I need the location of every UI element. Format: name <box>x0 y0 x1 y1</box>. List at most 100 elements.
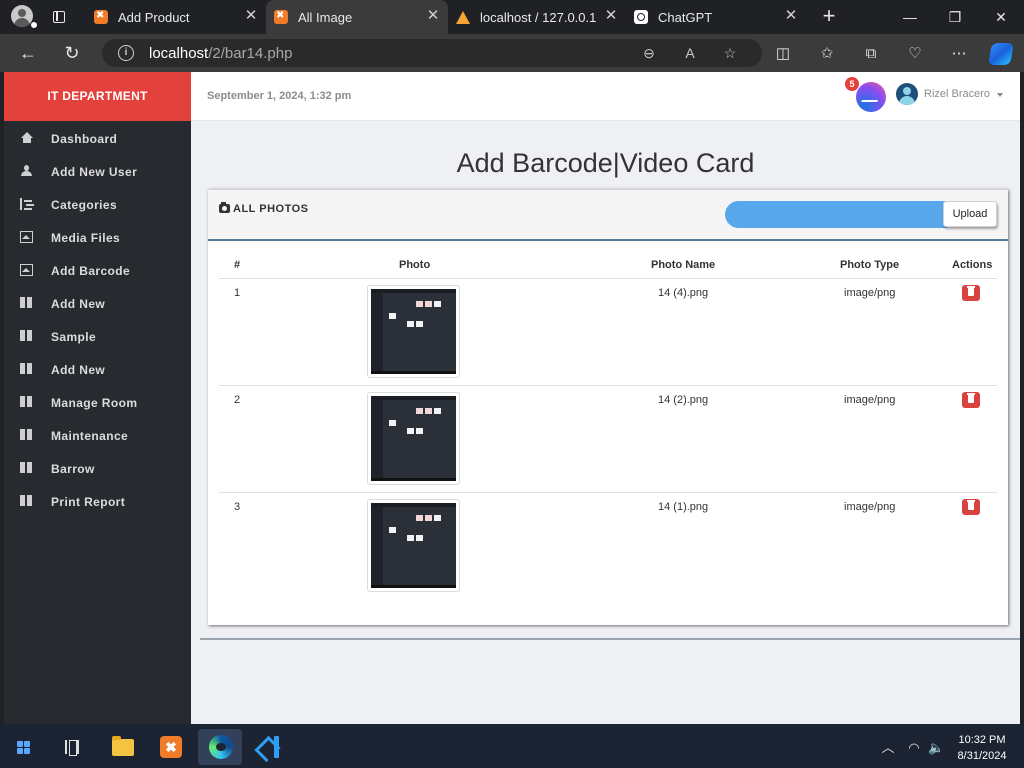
close-tab-icon[interactable]: ✕ <box>784 8 798 24</box>
vscode-icon <box>259 736 281 758</box>
photo-thumbnail[interactable] <box>367 499 460 592</box>
wifi-icon[interactable]: ◠ <box>906 740 922 756</box>
tab-chatgpt[interactable]: ChatGPT ✕ <box>626 0 806 34</box>
sidebar-item-manage-room[interactable]: Manage Room <box>4 385 191 418</box>
info-icon[interactable]: i <box>118 45 134 61</box>
sidebar-item-label: Print Report <box>51 495 126 509</box>
upload-button[interactable]: Upload <box>943 201 997 227</box>
sidebar-item-media-files[interactable]: Media Files <box>4 220 191 253</box>
column-header-actions: Actions <box>952 259 993 271</box>
more-menu-icon[interactable]: ⋯ <box>949 44 969 64</box>
sidebar-item-add-new-user[interactable]: Add New User <box>4 154 191 187</box>
table-row: 2 14 (2).png image/png <box>219 386 997 493</box>
sidebar-item-label: Add New User <box>51 165 138 179</box>
sidebar-item-label: Categories <box>51 198 118 212</box>
photo-name: 14 (2).png <box>658 394 709 406</box>
table-header: # Photo Photo Name Photo Type Actions <box>219 251 997 279</box>
book-icon <box>20 396 33 408</box>
sidebar-item-label: Dashboard <box>51 132 118 146</box>
split-screen-icon[interactable]: ◫ <box>773 44 793 64</box>
photo-type: image/png <box>844 394 896 406</box>
photo-thumbnail[interactable] <box>367 285 460 378</box>
book-icon <box>20 330 33 342</box>
tab-add-product[interactable]: Add Product ✕ <box>86 0 266 34</box>
tab-title: Add Product <box>118 10 190 25</box>
clock-time: 10:32 PM <box>958 734 1006 746</box>
close-tab-icon[interactable]: ✕ <box>604 8 618 24</box>
copilot-icon[interactable] <box>988 43 1014 65</box>
edge-icon <box>209 735 233 759</box>
edge-button[interactable] <box>198 729 242 765</box>
messenger-icon[interactable] <box>856 82 886 112</box>
task-view-icon[interactable] <box>65 740 79 756</box>
photos-panel: ALL PHOTOS Upload # Photo Photo Name Pho… <box>208 189 1008 625</box>
browser-essentials-icon[interactable]: ♡ <box>905 44 925 64</box>
vscode-button[interactable] <box>247 729 291 765</box>
profile-button[interactable] <box>8 4 40 30</box>
sidebar-item-dashboard[interactable]: Dashboard <box>4 121 191 154</box>
volume-icon[interactable]: 🔈 <box>928 740 944 756</box>
close-window-icon[interactable]: ✕ <box>986 5 1016 29</box>
user-name: Rizel Bracero <box>924 88 991 100</box>
read-aloud-icon[interactable]: A <box>681 44 699 62</box>
file-explorer-button[interactable] <box>100 729 144 765</box>
sidebar-item-label: Manage Room <box>51 396 138 410</box>
tab-phpmyadmin[interactable]: localhost / 127.0.0.1 / i ✕ <box>448 0 626 34</box>
start-icon[interactable] <box>17 741 31 755</box>
tab-title: ChatGPT <box>658 10 713 25</box>
new-tab-icon[interactable]: + <box>818 5 840 28</box>
image-icon <box>20 231 33 243</box>
sidebar-item-label: Media Files <box>51 231 121 245</box>
tab-all-image[interactable]: All Image ✕ <box>266 0 448 34</box>
web-page: IT DEPARTMENT Dashboard Add New User Cat… <box>4 72 1020 724</box>
profile-status-dot <box>30 21 38 29</box>
delete-button[interactable] <box>962 499 980 515</box>
sidebar-item-add-barcode[interactable]: Add Barcode <box>4 253 191 286</box>
url-text: localhost/2/bar14.php <box>149 45 292 62</box>
sidebar-item-label: Add New <box>51 363 106 377</box>
refresh-icon[interactable]: ↻ <box>61 42 83 64</box>
collections-icon[interactable]: ⧉ <box>861 44 881 64</box>
url-field[interactable]: i localhost/2/bar14.php ⊖ A ☆ <box>102 39 762 67</box>
favorite-star-icon[interactable]: ☆ <box>721 44 739 62</box>
sidebar-menu: Dashboard Add New User Categories Media … <box>4 121 191 517</box>
sidebar-item-barrow[interactable]: Barrow <box>4 451 191 484</box>
thumbnail-image <box>371 289 456 374</box>
caret-down-icon <box>997 93 1003 97</box>
photo-type: image/png <box>844 501 896 513</box>
sidebar-item-sample[interactable]: Sample <box>4 319 191 352</box>
sidebar-item-add-new-2[interactable]: Add New <box>4 352 191 385</box>
photo-type: image/png <box>844 287 896 299</box>
row-number: 1 <box>234 287 241 299</box>
column-header-photo: Photo <box>399 259 431 271</box>
sidebar-item-label: Add Barcode <box>51 264 131 278</box>
tab-actions-icon[interactable] <box>50 8 68 26</box>
zoom-out-icon[interactable]: ⊖ <box>640 44 658 62</box>
delete-button[interactable] <box>962 285 980 301</box>
sidebar-item-print-report[interactable]: Print Report <box>4 484 191 517</box>
system-clock[interactable]: 10:32 PM 8/31/2024 <box>946 732 1018 764</box>
browser-tab-bar: Add Product ✕ All Image ✕ localhost / 12… <box>0 0 1024 34</box>
back-icon[interactable]: ← <box>17 42 39 64</box>
file-input[interactable] <box>725 201 947 228</box>
sidebar-item-categories[interactable]: Categories <box>4 187 191 220</box>
book-icon <box>20 462 33 474</box>
camera-icon <box>219 202 230 213</box>
xampp-button[interactable]: ✖ <box>149 729 193 765</box>
windows-taskbar: ✖ ︿ ◠ 🔈 10:32 PM 8/31/2024 <box>0 724 1024 768</box>
sidebar-item-maintenance[interactable]: Maintenance <box>4 418 191 451</box>
header-datetime: September 1, 2024, 1:32 pm <box>207 90 352 102</box>
favorites-icon[interactable]: ✩ <box>817 44 837 64</box>
book-icon <box>20 297 33 309</box>
photo-thumbnail[interactable] <box>367 392 460 485</box>
delete-button[interactable] <box>962 392 980 408</box>
chevron-up-icon[interactable]: ︿ <box>880 740 896 756</box>
sidebar-item-add-new[interactable]: Add New <box>4 286 191 319</box>
photo-name: 14 (4).png <box>658 287 709 299</box>
sidebar-item-label: Sample <box>51 330 97 344</box>
minimize-icon[interactable]: — <box>895 5 925 29</box>
restore-icon[interactable]: ❐ <box>940 5 970 29</box>
close-tab-icon[interactable]: ✕ <box>244 8 258 24</box>
close-tab-icon[interactable]: ✕ <box>426 8 440 24</box>
thumbnail-image <box>371 396 456 481</box>
